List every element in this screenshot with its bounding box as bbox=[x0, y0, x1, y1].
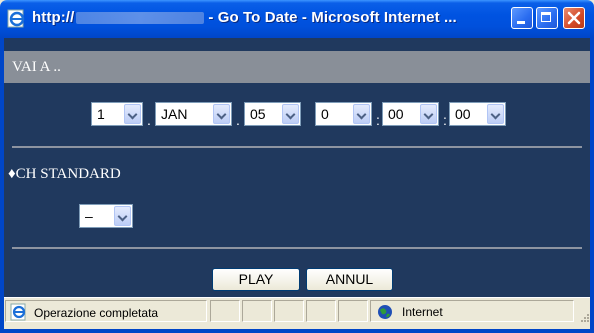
channel-value: – bbox=[85, 208, 93, 224]
date-separator: . bbox=[147, 112, 151, 128]
title-url: http:// bbox=[32, 9, 75, 26]
chevron-down-icon[interactable] bbox=[114, 206, 131, 226]
status-panel bbox=[210, 300, 240, 322]
globe-icon bbox=[378, 305, 392, 319]
title-page-name: - Go To Date - Microsoft Internet ... bbox=[208, 9, 457, 26]
hour-select[interactable]: 0 bbox=[315, 102, 372, 126]
title-bar[interactable]: http:// - Go To Date - Microsoft Internet… bbox=[0, 0, 594, 38]
header-bar: VAI A .. bbox=[4, 51, 590, 83]
status-panel bbox=[274, 300, 304, 322]
time-separator: : bbox=[443, 112, 447, 128]
hour-value: 0 bbox=[321, 106, 329, 122]
zone-text: Internet bbox=[402, 305, 443, 319]
status-bar: Operazione completata Internet bbox=[4, 297, 590, 330]
time-separator: : bbox=[376, 112, 380, 128]
ie-page-icon bbox=[7, 9, 25, 28]
year-value: 05 bbox=[250, 106, 266, 122]
day-select[interactable]: 1 bbox=[91, 102, 143, 126]
status-panel bbox=[242, 300, 272, 322]
close-icon bbox=[567, 11, 581, 25]
resize-grip-icon[interactable] bbox=[579, 312, 590, 323]
month-value: JAN bbox=[161, 106, 188, 122]
page-content: VAI A .. 1 . JAN . 05 0 : 00 : 00 ♦CH ST… bbox=[4, 38, 590, 297]
chevron-down-icon[interactable] bbox=[420, 104, 437, 124]
window-frame-bottom bbox=[0, 329, 594, 333]
status-message-cell: Operazione completata bbox=[5, 300, 207, 322]
close-button[interactable] bbox=[563, 7, 585, 29]
status-panel bbox=[338, 300, 368, 322]
page-title: VAI A .. bbox=[12, 59, 61, 75]
divider bbox=[12, 247, 582, 249]
window-frame-right bbox=[590, 38, 594, 333]
chevron-down-icon[interactable] bbox=[487, 104, 504, 124]
security-zone-cell[interactable] bbox=[370, 300, 574, 322]
minute-value: 00 bbox=[388, 106, 404, 122]
divider bbox=[12, 146, 582, 148]
date-separator: . bbox=[236, 112, 240, 128]
status-panel bbox=[306, 300, 336, 322]
date-time-row: 1 . JAN . 05 0 : 00 : 00 bbox=[4, 102, 590, 132]
chevron-down-icon[interactable] bbox=[282, 104, 299, 124]
minute-select[interactable]: 00 bbox=[382, 102, 439, 126]
chevron-down-icon[interactable] bbox=[353, 104, 370, 124]
year-select[interactable]: 05 bbox=[244, 102, 301, 126]
second-value: 00 bbox=[455, 106, 471, 122]
play-button[interactable]: PLAY bbox=[212, 268, 300, 291]
status-text: Operazione completata bbox=[34, 306, 159, 320]
channel-label: ♦CH STANDARD bbox=[8, 166, 121, 182]
month-select[interactable]: JAN bbox=[155, 102, 232, 126]
chevron-down-icon[interactable] bbox=[124, 104, 141, 124]
cancel-button[interactable]: ANNUL bbox=[306, 268, 393, 291]
minimize-button[interactable] bbox=[511, 7, 533, 29]
chevron-down-icon[interactable] bbox=[213, 104, 230, 124]
maximize-button[interactable] bbox=[536, 7, 558, 29]
second-select[interactable]: 00 bbox=[449, 102, 506, 126]
channel-select[interactable]: – bbox=[79, 204, 133, 228]
window-title: http:// - Go To Date - Microsoft Internet… bbox=[32, 9, 457, 26]
redacted-address bbox=[76, 12, 205, 25]
ie-page-icon bbox=[10, 303, 26, 321]
day-value: 1 bbox=[97, 106, 105, 122]
